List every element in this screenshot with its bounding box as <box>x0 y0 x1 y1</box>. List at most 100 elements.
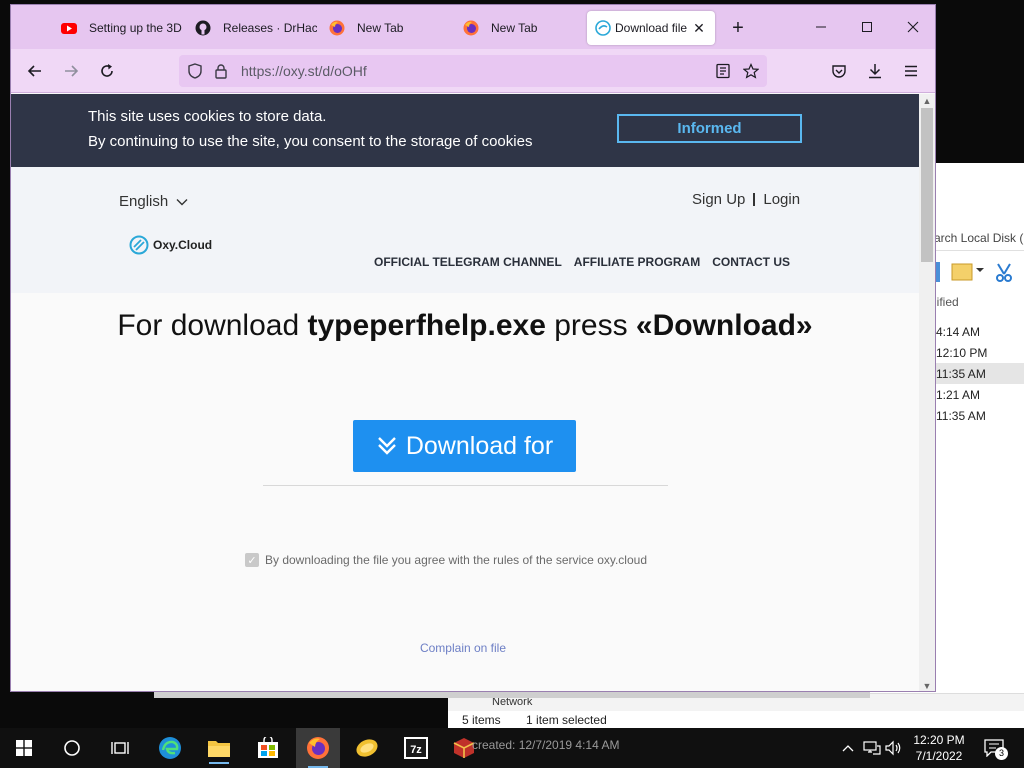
nav-toolbar: https://oxy.st/d/oOHf <box>11 49 935 93</box>
notification-count-badge: 3 <box>995 747 1008 760</box>
minimize-button[interactable] <box>809 15 833 39</box>
language-selector[interactable]: English <box>119 193 188 210</box>
lock-icon[interactable] <box>213 63 229 79</box>
list-item[interactable]: 11:35 AM <box>934 405 1024 426</box>
reader-icon[interactable] <box>715 63 731 79</box>
taskbar-search-button[interactable] <box>56 732 88 764</box>
shield-icon[interactable] <box>187 63 203 79</box>
maximize-button[interactable] <box>855 15 879 39</box>
close-icon <box>907 21 919 33</box>
login-link[interactable]: Login <box>763 191 800 208</box>
page-content: English Sign Up Login Oxy.Cloud OFFICIAL… <box>11 167 919 691</box>
site-logo[interactable]: Oxy.Cloud <box>129 235 212 255</box>
nav-contact-us[interactable]: CONTACT US <box>712 255 790 269</box>
7zip-icon: 7z <box>404 737 428 759</box>
firefox-icon <box>307 737 329 759</box>
download-icon <box>869 64 881 79</box>
cookie-text-line2: By continuing to use the site, you conse… <box>88 133 533 150</box>
notification-center-button[interactable]: 3 <box>982 738 1008 760</box>
explorer-toolbar-icons <box>934 262 1012 282</box>
terms-agreement: ✓ By downloading the file you agree with… <box>245 553 647 567</box>
taskbar-file-explorer[interactable] <box>203 732 235 764</box>
language-label: English <box>119 193 169 210</box>
search-icon <box>64 740 80 756</box>
tab-title: Setting up the 3D <box>89 21 182 35</box>
tab-setting-up[interactable]: Setting up the 3D <box>49 11 183 45</box>
background-status-text: created: 12/7/2019 4:14 AM <box>472 738 620 752</box>
firefox-icon <box>329 20 345 36</box>
forward-button[interactable] <box>59 59 83 83</box>
forward-icon <box>65 65 79 77</box>
status-selected-count: 1 item selected <box>526 713 607 727</box>
explorer-column-header[interactable]: lified <box>934 295 1024 309</box>
headline-prefix: For download <box>117 309 308 342</box>
pocket-button[interactable] <box>827 59 851 83</box>
tab-new-tab-2[interactable]: New Tab <box>451 11 585 45</box>
running-indicator <box>209 762 229 764</box>
nav-affiliate-program[interactable]: AFFILIATE PROGRAM <box>574 255 700 269</box>
headline-file-name: typeperfhelp.exe <box>307 309 546 342</box>
tab-new-tab-1[interactable]: New Tab <box>317 11 451 45</box>
task-view-button[interactable] <box>104 732 136 764</box>
list-item[interactable]: 11:35 AM <box>934 363 1024 384</box>
site-header: English Sign Up Login Oxy.Cloud OFFICIAL… <box>11 167 919 293</box>
menu-icon <box>905 65 917 77</box>
reload-button[interactable] <box>95 59 119 83</box>
pocket-icon <box>832 65 846 78</box>
url-text[interactable]: https://oxy.st/d/oOHf <box>241 63 367 79</box>
status-item-count: 5 items <box>462 713 501 727</box>
close-window-button[interactable] <box>901 15 925 39</box>
taskbar-store[interactable] <box>252 732 284 764</box>
download-button[interactable]: Download for <box>353 420 576 472</box>
taskbar-7zip[interactable]: 7z <box>400 732 432 764</box>
list-item[interactable]: 12:10 PM <box>934 342 1024 363</box>
scroll-up-arrow[interactable]: ▲ <box>919 94 935 108</box>
tab-title: New Tab <box>491 21 538 35</box>
app-menu-button[interactable] <box>899 59 923 83</box>
browser-window: Setting up the 3D Releases · DrHack New … <box>10 4 936 692</box>
network-tray-button[interactable] <box>862 738 882 758</box>
task-view-icon <box>111 742 129 754</box>
scroll-down-arrow[interactable]: ▼ <box>919 679 935 691</box>
tab-bar: Setting up the 3D Releases · DrHack New … <box>11 5 935 49</box>
list-item[interactable]: 1:21 AM <box>934 384 1024 405</box>
download-button-label: Download for <box>405 431 554 460</box>
site-nav: OFFICIAL TELEGRAM CHANNEL AFFILIATE PROG… <box>374 255 790 269</box>
back-button[interactable] <box>23 59 47 83</box>
taskbar: 7z created: 12/7/2019 4:14 AM 12:20 PM 7… <box>0 728 1024 768</box>
new-tab-button[interactable]: + <box>727 17 749 39</box>
volume-tray-button[interactable] <box>884 738 904 758</box>
start-button[interactable] <box>8 732 40 764</box>
complain-link[interactable]: Complain on file <box>11 641 915 655</box>
tab-download-file[interactable]: Download file ✕ <box>587 11 715 45</box>
cookie-informed-button[interactable]: Informed <box>617 114 802 143</box>
tray-overflow-button[interactable] <box>838 738 858 758</box>
taskbar-firefox[interactable] <box>296 728 340 768</box>
scrollbar-thumb[interactable] <box>921 108 933 262</box>
file-explorer-icon <box>208 741 230 757</box>
taskbar-edge[interactable] <box>154 732 186 764</box>
sign-up-link[interactable]: Sign Up <box>692 191 745 208</box>
youtube-icon <box>61 23 77 34</box>
oxy-logo-icon <box>129 235 149 255</box>
downloads-button[interactable] <box>863 59 887 83</box>
explorer-search-box[interactable]: arch Local Disk (C:) <box>934 223 1024 251</box>
cookie-banner: This site uses cookies to store data. By… <box>11 94 919 167</box>
tab-close-icon[interactable]: ✕ <box>691 20 707 36</box>
taskbar-app-coins[interactable] <box>351 732 383 764</box>
taskbar-clock[interactable]: 12:20 PM 7/1/2022 <box>910 732 968 764</box>
star-icon[interactable] <box>743 63 759 79</box>
back-icon <box>27 65 41 77</box>
divider <box>263 485 668 486</box>
page-title: For download typeperfhelp.exe press «Dow… <box>11 309 919 343</box>
list-item[interactable]: 4:14 AM <box>934 321 1024 342</box>
tab-releases[interactable]: Releases · DrHack <box>183 11 317 45</box>
nav-telegram-channel[interactable]: OFFICIAL TELEGRAM CHANNEL <box>374 255 562 269</box>
oxy-icon <box>595 20 611 36</box>
page-scrollbar[interactable]: ▲ ▼ <box>919 94 935 691</box>
terms-checkbox[interactable]: ✓ <box>245 553 259 567</box>
tab-title: Releases · DrHack <box>223 21 317 35</box>
headline-action: «Download» <box>635 309 813 342</box>
minimize-icon <box>816 26 826 28</box>
url-bar[interactable]: https://oxy.st/d/oOHf <box>179 55 767 87</box>
